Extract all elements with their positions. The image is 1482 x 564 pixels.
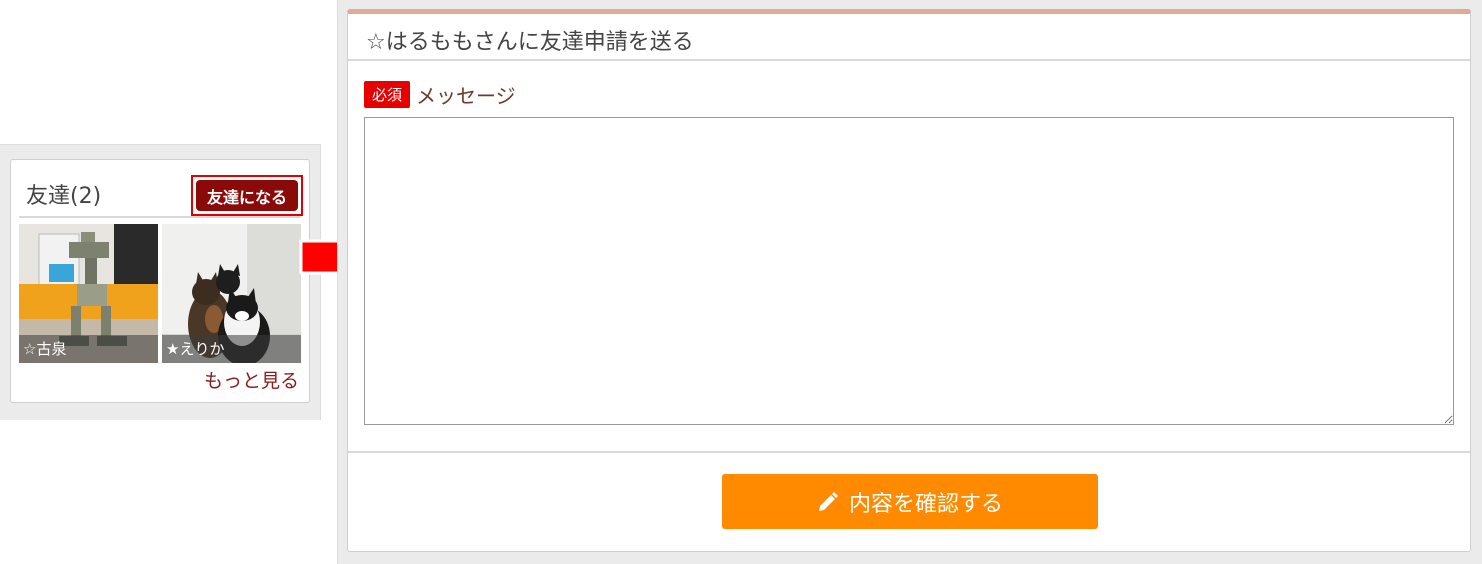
more-friends-link[interactable]: もっと見る (204, 366, 299, 393)
message-label-row: 必須 メッセージ (364, 80, 516, 109)
friend-name: ★えりか (162, 335, 301, 363)
friends-title: 友達(2) (26, 184, 102, 209)
message-label: メッセージ (416, 84, 516, 108)
add-friend-highlight: 友達になる (191, 175, 303, 216)
add-friend-button[interactable]: 友達になる (196, 180, 298, 211)
required-badge: 必須 (364, 81, 411, 108)
form-title: ☆はるももさんに友達申請を送る (348, 14, 1470, 61)
friends-card: 友達(2) 友達になる ☆古泉 ★えりか もっと見る (10, 159, 310, 403)
friend-request-form: ☆はるももさんに友達申請を送る 必須 メッセージ 内容を確認する (347, 9, 1471, 552)
friend-name: ☆古泉 (19, 335, 158, 363)
pencil-icon (817, 491, 839, 513)
message-textarea[interactable] (364, 117, 1454, 425)
friend-thumbnail[interactable]: ☆古泉 (19, 224, 158, 363)
confirm-button[interactable]: 内容を確認する (722, 474, 1098, 529)
form-divider (348, 451, 1470, 453)
friend-thumbnail[interactable]: ★えりか (162, 224, 301, 363)
confirm-button-label: 内容を確認する (848, 491, 1003, 517)
friends-header: 友達(2) 友達になる (19, 172, 303, 218)
